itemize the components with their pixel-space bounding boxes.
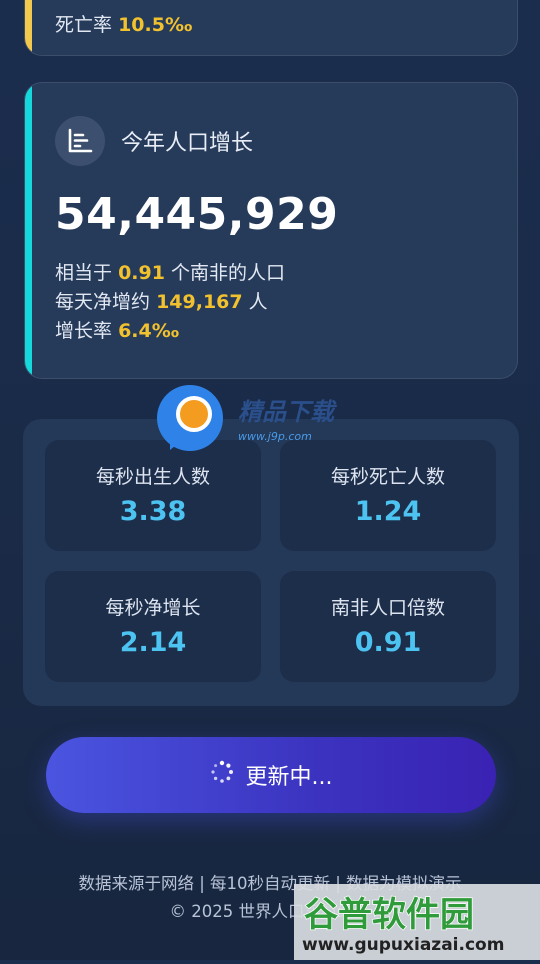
- equivalent-line: 相当于 0.91 个南非的人口: [55, 259, 285, 288]
- spinner-icon: [210, 760, 234, 790]
- growth-total: 54,445,929: [55, 189, 339, 240]
- stat-box-births: 每秒出生人数 3.38: [45, 440, 261, 551]
- update-button[interactable]: 更新中...: [46, 737, 496, 813]
- death-rate-line: 死亡率 10.5‰: [55, 11, 192, 40]
- chart-icon: [55, 116, 105, 166]
- card-accent-bar: [25, 0, 32, 55]
- stat-value: 3.38: [119, 496, 187, 527]
- daily-value: 149,167: [156, 291, 243, 313]
- daily-suffix: 人: [248, 291, 268, 313]
- card-header: 今年人口增长: [55, 115, 253, 167]
- stat-box-south-africa-multiple: 南非人口倍数 0.91: [280, 571, 496, 682]
- growth-stat-card: 今年人口增长 54,445,929 相当于 0.91 个南非的人口 每天净增约 …: [24, 82, 518, 379]
- svg-text:精品下载: 精品下载: [238, 398, 338, 426]
- growth-details: 相当于 0.91 个南非的人口 每天净增约 149,167 人 增长率 6.4‰: [55, 259, 285, 346]
- equiv-suffix: 个南非的人口: [171, 262, 286, 284]
- stat-value: 0.91: [354, 627, 422, 658]
- death-stat-card: 死亡率 10.5‰: [24, 0, 518, 56]
- watermark-logo-bottom: 谷普软件园 www.gupuxiazai.com: [294, 884, 540, 960]
- svg-text:谷普软件园: 谷普软件园: [304, 895, 474, 935]
- stat-label: 每秒死亡人数: [330, 466, 445, 488]
- svg-text:www.gupuxiazai.com: www.gupuxiazai.com: [302, 935, 504, 955]
- stat-box-net-growth: 每秒净增长 2.14: [45, 571, 261, 682]
- death-rate-value: 10.5‰: [118, 14, 193, 36]
- watermark-logo-top: 精品下载 www.j9p.com: [156, 384, 346, 456]
- growth-rate-label: 增长率: [55, 320, 113, 342]
- growth-rate-line: 增长率 6.4‰: [55, 317, 285, 346]
- stat-value: 1.24: [354, 496, 422, 527]
- stat-label: 南非人口倍数: [330, 597, 445, 619]
- daily-prefix: 每天净增约: [55, 291, 151, 313]
- card-title: 今年人口增长: [121, 131, 254, 156]
- svg-text:www.j9p.com: www.j9p.com: [238, 430, 312, 443]
- growth-rate-value: 6.4‰: [118, 320, 180, 342]
- stat-box-deaths: 每秒死亡人数 1.24: [280, 440, 496, 551]
- equiv-value: 0.91: [118, 262, 165, 284]
- death-rate-label: 死亡率: [55, 14, 113, 36]
- stat-value: 2.14: [119, 627, 187, 658]
- stats-panel: 每秒出生人数 3.38 每秒死亡人数 1.24 每秒净增长 2.14 南非人口倍…: [23, 419, 519, 706]
- card-accent-bar: [25, 83, 32, 378]
- update-button-label: 更新中...: [245, 765, 333, 790]
- daily-growth-line: 每天净增约 149,167 人: [55, 288, 285, 317]
- stat-label: 每秒净增长: [105, 597, 201, 619]
- stat-label: 每秒出生人数: [95, 466, 210, 488]
- equiv-prefix: 相当于: [55, 262, 113, 284]
